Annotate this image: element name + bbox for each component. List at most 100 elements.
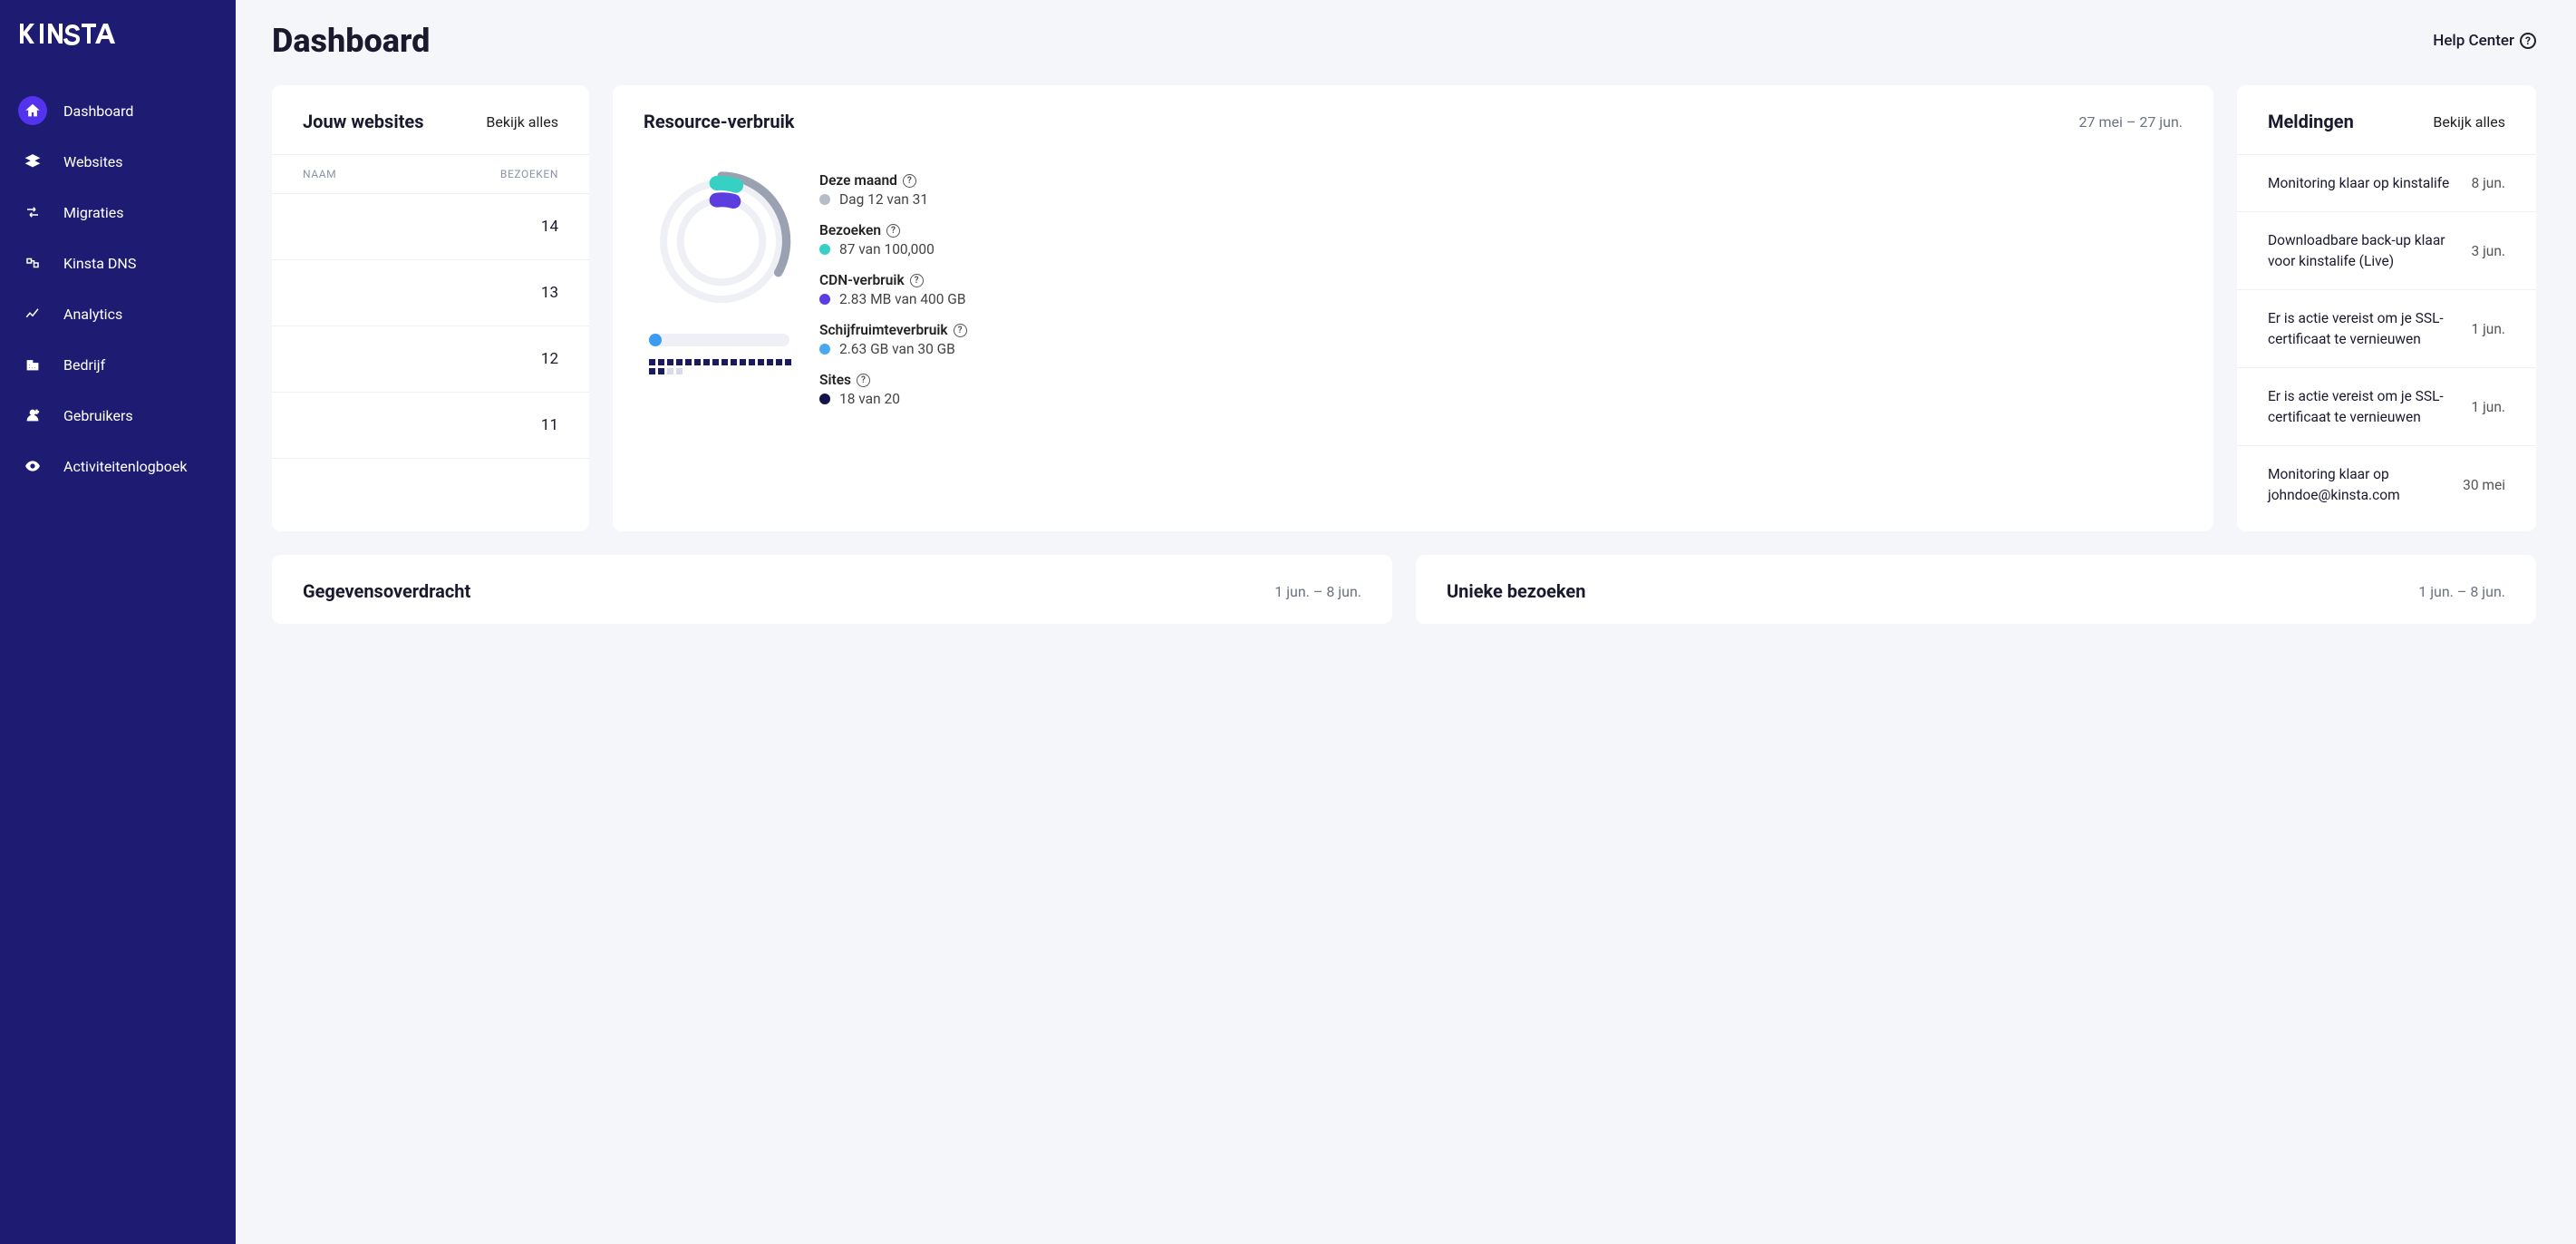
notification-item[interactable]: Downloadbare back-up klaar voor kinstali… [2237,211,2536,289]
legend-sites: Sites ? 18 van 20 [819,372,967,407]
help-icon[interactable]: ? [910,274,924,287]
notification-item[interactable]: Monitoring klaar op kinstalife 8 jun. [2237,154,2536,211]
notification-date: 1 jun. [2472,399,2505,415]
websites-view-all-link[interactable]: Bekijk alles [486,113,558,131]
site-visits: 11 [541,416,558,434]
brand-logo [0,16,236,85]
notification-text: Er is actie vereist om je SSL-certificaa… [2268,308,2454,349]
legend-value: Dag 12 van 31 [839,191,928,208]
legend-value: 87 van 100,000 [839,241,935,258]
sidebar-item-activiteitenlogboek[interactable]: Activiteitenlogboek [0,441,236,491]
help-icon[interactable]: ? [903,174,916,188]
page-title: Dashboard [272,22,430,60]
sidebar-item-label: Websites [63,153,123,170]
activity-icon [18,452,47,481]
notifications-view-all-link[interactable]: Bekijk alles [2433,113,2505,131]
legend-title: CDN-verbruik [819,272,905,288]
notification-item[interactable]: Er is actie vereist om je SSL-certificaa… [2237,367,2536,445]
sidebar-item-dns[interactable]: Kinsta DNS [0,238,236,288]
site-visits: 14 [541,218,558,236]
card-unique-visits: Unieke bezoeken 1 jun. – 8 jun. [1416,555,2536,624]
legend-dot [819,294,830,305]
donut-chart [649,169,794,314]
card-data-transfer: Gegevensoverdracht 1 jun. – 8 jun. [272,555,1392,624]
sidebar-item-websites[interactable]: Websites [0,136,236,187]
legend-dot [819,394,830,404]
resource-date-range: 27 mei – 27 jun. [2079,113,2183,131]
sidebar-item-gebruikers[interactable]: Gebruikers [0,390,236,441]
sidebar-item-bedrijf[interactable]: Bedrijf [0,339,236,390]
sidebar-item-label: Analytics [63,306,122,323]
notification-item[interactable]: Er is actie vereist om je SSL-certificaa… [2237,289,2536,367]
transfer-date-range: 1 jun. – 8 jun. [1274,583,1361,600]
sidebar-item-label: Migraties [63,204,124,221]
col-visits-header: BEZOEKEN [500,168,558,180]
visits-date-range: 1 jun. – 8 jun. [2418,583,2505,600]
sidebar-nav: Dashboard Websites Migraties Kinsta DNS … [0,85,236,491]
notification-date: 30 mei [2463,477,2505,493]
notification-text: Er is actie vereist om je SSL-certificaa… [2268,386,2454,427]
main-content: Dashboard Help Center ? Jouw websites Be… [236,0,2576,1244]
notification-item[interactable]: Monitoring klaar op johndoe@kinsta.com 3… [2237,445,2536,523]
sidebar-item-migraties[interactable]: Migraties [0,187,236,238]
col-name-header: NAAM [303,168,336,180]
legend-title: Sites [819,372,851,388]
migrate-icon [18,198,47,227]
legend-dot [819,344,830,355]
sidebar: Dashboard Websites Migraties Kinsta DNS … [0,0,236,1244]
card-websites: Jouw websites Bekijk alles NAAM BEZOEKEN… [272,85,589,531]
help-icon[interactable]: ? [954,324,967,337]
sidebar-item-dashboard[interactable]: Dashboard [0,85,236,136]
help-icon[interactable]: ? [886,224,900,238]
sidebar-item-label: Bedrijf [63,356,105,374]
help-icon: ? [2520,33,2536,49]
notification-text: Monitoring klaar op johndoe@kinsta.com [2268,464,2445,505]
table-row[interactable]: 12 [272,326,589,393]
legend-visits: Bezoeken ? 87 van 100,000 [819,222,967,258]
legend-disk: Schijfruimteverbruik ? 2.63 GB van 30 GB [819,322,967,357]
notification-date: 3 jun. [2472,243,2505,259]
sidebar-item-label: Activiteitenlogboek [63,458,187,475]
card-resource-usage: Resource-verbruik 27 mei – 27 jun. [613,85,2213,531]
table-empty-space [272,459,589,531]
analytics-icon [18,299,47,328]
notification-date: 1 jun. [2472,321,2505,337]
table-row[interactable]: 11 [272,393,589,459]
card-notifications: Meldingen Bekijk alles Monitoring klaar … [2237,85,2536,531]
notifications-card-title: Meldingen [2268,111,2354,132]
legend-title: Bezoeken [819,222,881,238]
legend-value: 2.83 MB van 400 GB [839,291,966,307]
home-icon [18,96,47,125]
help-icon[interactable]: ? [857,374,870,387]
websites-table-header: NAAM BEZOEKEN [272,154,589,194]
transfer-card-title: Gegevensoverdracht [303,580,470,602]
site-visits: 13 [541,284,558,302]
legend-value: 18 van 20 [839,391,900,407]
help-center-label: Help Center [2433,32,2514,50]
legend-dot [819,244,830,255]
table-row[interactable]: 14 [272,194,589,260]
legend-dot [819,194,830,205]
resource-card-title: Resource-verbruik [644,111,795,132]
notification-text: Downloadbare back-up klaar voor kinstali… [2268,230,2454,271]
visits-card-title: Unieke bezoeken [1447,580,1585,602]
notification-text: Monitoring klaar op kinstalife [2268,173,2454,193]
sidebar-item-analytics[interactable]: Analytics [0,288,236,339]
legend-title: Schijfruimteverbruik [819,322,948,338]
legend-cdn: CDN-verbruik ? 2.83 MB van 400 GB [819,272,967,307]
disk-usage-bar [649,334,789,346]
sidebar-item-label: Kinsta DNS [63,255,136,272]
legend-value: 2.63 GB van 30 GB [839,341,955,357]
resource-legend: Deze maand ? Dag 12 van 31 Bezoeken ? 87… [819,169,967,407]
dns-icon [18,248,47,277]
site-visits: 12 [541,350,558,368]
legend-title: Deze maand [819,172,897,189]
company-icon [18,350,47,379]
page-header: Dashboard Help Center ? [272,22,2536,60]
sidebar-item-label: Dashboard [63,102,133,120]
help-center-link[interactable]: Help Center ? [2433,32,2536,50]
table-row[interactable]: 13 [272,260,589,326]
layers-icon [18,147,47,176]
notification-date: 8 jun. [2472,175,2505,191]
sidebar-item-label: Gebruikers [63,407,133,424]
